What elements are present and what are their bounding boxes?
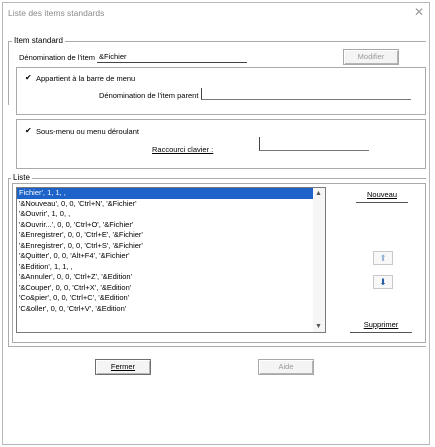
item-group-legend: Item standard [12, 36, 65, 45]
items-listbox[interactable]: Fichier', 1, 1, , '&Nouveau', 0, 0, 'Ctrl… [16, 187, 326, 333]
menubar-checkbox[interactable]: ✔ [25, 74, 33, 82]
arrow-down-icon: ⬇ [379, 277, 387, 287]
footer-divider [8, 346, 426, 347]
list-item[interactable]: '&Annuler', 0, 0, 'Ctrl+Z', '&Edition' [17, 272, 313, 283]
item-group-left-line [8, 41, 9, 105]
list-item[interactable]: '&Nouveau', 0, 0, 'Ctrl+N', '&Fichier' [17, 199, 313, 210]
list-group-legend: Liste [11, 173, 32, 182]
list-group-top-line [8, 178, 426, 179]
list-item[interactable]: 'Co&pier', 0, 0, 'Ctrl+C', '&Edition' [17, 293, 313, 304]
list-scrollbar[interactable]: ▲ ▼ [313, 188, 325, 332]
submenu-checkbox-label: Sous-menu ou menu déroulant [36, 127, 139, 136]
parent-item-label: Dénomination de l'item parent : [99, 91, 203, 100]
close-button[interactable]: Fermer [95, 359, 151, 375]
delete-button[interactable]: Supprimer [350, 319, 412, 333]
list-item[interactable]: '&Quitter', 0, 0, 'Alt+F4', '&Fichier' [17, 251, 313, 262]
close-icon[interactable]: ✕ [414, 5, 424, 19]
list-item[interactable]: 'C&oller', 0, 0, 'Ctrl+V', '&Edition' [17, 304, 313, 315]
shortcut-label: Raccourci clavier : [152, 145, 214, 154]
shortcut-field[interactable] [259, 137, 369, 151]
list-item[interactable]: '&Ouvrir...', 0, 0, 'Ctrl+O', '&Fichier' [17, 220, 313, 231]
parent-item-field[interactable] [201, 88, 411, 100]
submenu-checkbox[interactable]: ✔ [25, 127, 33, 135]
title-bar: Liste des items standards ✕ [3, 3, 429, 23]
window-title: Liste des items standards [8, 8, 105, 18]
move-down-button[interactable]: ⬇ [373, 275, 393, 289]
list-group-left-line [8, 178, 9, 346]
item-name-field[interactable]: &Fichier [97, 51, 247, 63]
list-item[interactable]: '&Couper', 0, 0, 'Ctrl+X', '&Edition' [17, 283, 313, 294]
scroll-up-arrow-icon[interactable]: ▲ [315, 190, 322, 197]
close-button-label: Fermer [110, 362, 136, 371]
item-name-label: Dénomination de l'item : [19, 53, 100, 62]
new-button-label: Nouveau [366, 190, 398, 199]
list-item[interactable]: '&Enregistrer', 0, 0, 'Ctrl+S', '&Fichie… [17, 241, 313, 252]
list-items: Fichier', 1, 1, , '&Nouveau', 0, 0, 'Ctrl… [17, 188, 313, 314]
delete-button-label: Supprimer [363, 320, 399, 329]
modify-button[interactable]: Modifier [343, 49, 399, 65]
move-up-button[interactable]: ⬆ [373, 251, 393, 265]
scroll-down-arrow-icon[interactable]: ▼ [315, 323, 322, 330]
list-item[interactable]: Fichier', 1, 1, , [17, 188, 313, 199]
new-button[interactable]: Nouveau [356, 189, 408, 203]
list-item[interactable]: '&Enregistrer', 0, 0, 'Ctrl+E', '&Fichie… [17, 230, 313, 241]
list-item[interactable]: '&Ouvrir', 1, 0, , [17, 209, 313, 220]
standard-items-dialog: Liste des items standards ✕ Item standar… [2, 2, 430, 445]
help-button[interactable]: Aide [258, 359, 314, 375]
item-group-top-line [8, 41, 426, 42]
menubar-checkbox-label: Appartient à la barre de menu [36, 74, 136, 83]
list-item[interactable]: '&Edition', 1, 1, , [17, 262, 313, 273]
arrow-up-icon: ⬆ [379, 253, 387, 263]
